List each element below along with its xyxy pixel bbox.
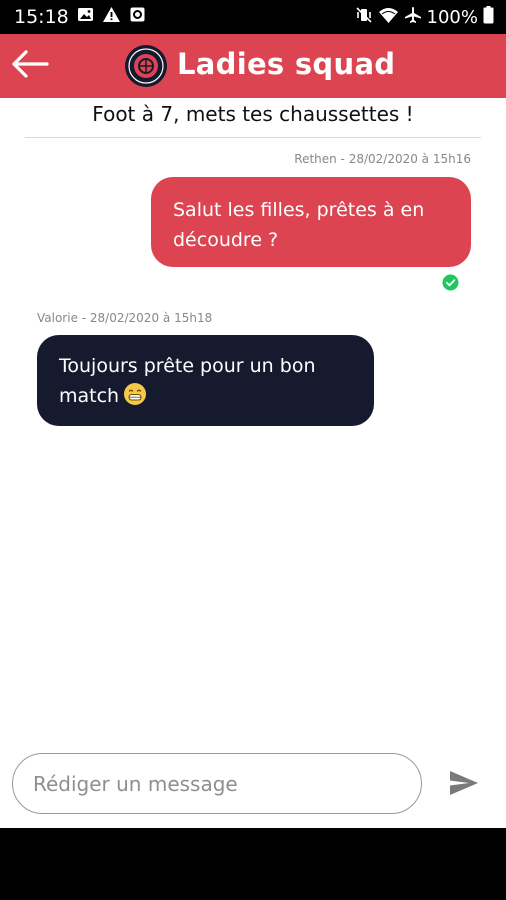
- battery-icon: [483, 5, 494, 29]
- message-input[interactable]: [12, 753, 422, 814]
- conversation-subject: Foot à 7, mets tes chaussettes !: [92, 102, 414, 126]
- vibrate-icon: [355, 6, 373, 29]
- send-button[interactable]: [446, 769, 482, 801]
- app-title: Ladies squad: [177, 47, 396, 81]
- status-left: 15:18: [14, 6, 146, 28]
- check-circle-icon: [442, 274, 459, 296]
- system-nav-bar: [0, 828, 506, 900]
- message-meta-outgoing: Rethen - 28/02/2020 à 15h16: [294, 152, 471, 166]
- image-icon: [77, 6, 94, 28]
- divider: [25, 137, 481, 138]
- app-bar: Ladies squad: [0, 34, 506, 98]
- back-button[interactable]: [10, 48, 50, 84]
- grinning-face-icon: [123, 382, 147, 415]
- message-meta-incoming: Valorie - 28/02/2020 à 15h18: [37, 311, 213, 325]
- message-bubble-incoming[interactable]: Toujours prête pour un bon match: [37, 335, 374, 426]
- warning-icon: [102, 6, 121, 28]
- arrow-left-icon: [11, 49, 49, 84]
- message-text: Toujours prête pour un bon match: [59, 355, 316, 407]
- club-logo: [124, 44, 168, 88]
- message-text: Salut les filles, prêtes à en découdre ?: [173, 199, 425, 251]
- app-notification-icon: [129, 6, 146, 28]
- airplane-icon: [404, 6, 422, 29]
- send-icon: [449, 770, 479, 801]
- battery-percent: 100%: [426, 6, 478, 28]
- wifi-icon: [378, 6, 399, 29]
- composer: [0, 742, 506, 828]
- status-right: 100%: [355, 5, 494, 29]
- status-time: 15:18: [14, 6, 69, 28]
- status-bar: 15:18 100%: [0, 0, 506, 34]
- message-bubble-outgoing[interactable]: Salut les filles, prêtes à en découdre ?: [151, 177, 471, 267]
